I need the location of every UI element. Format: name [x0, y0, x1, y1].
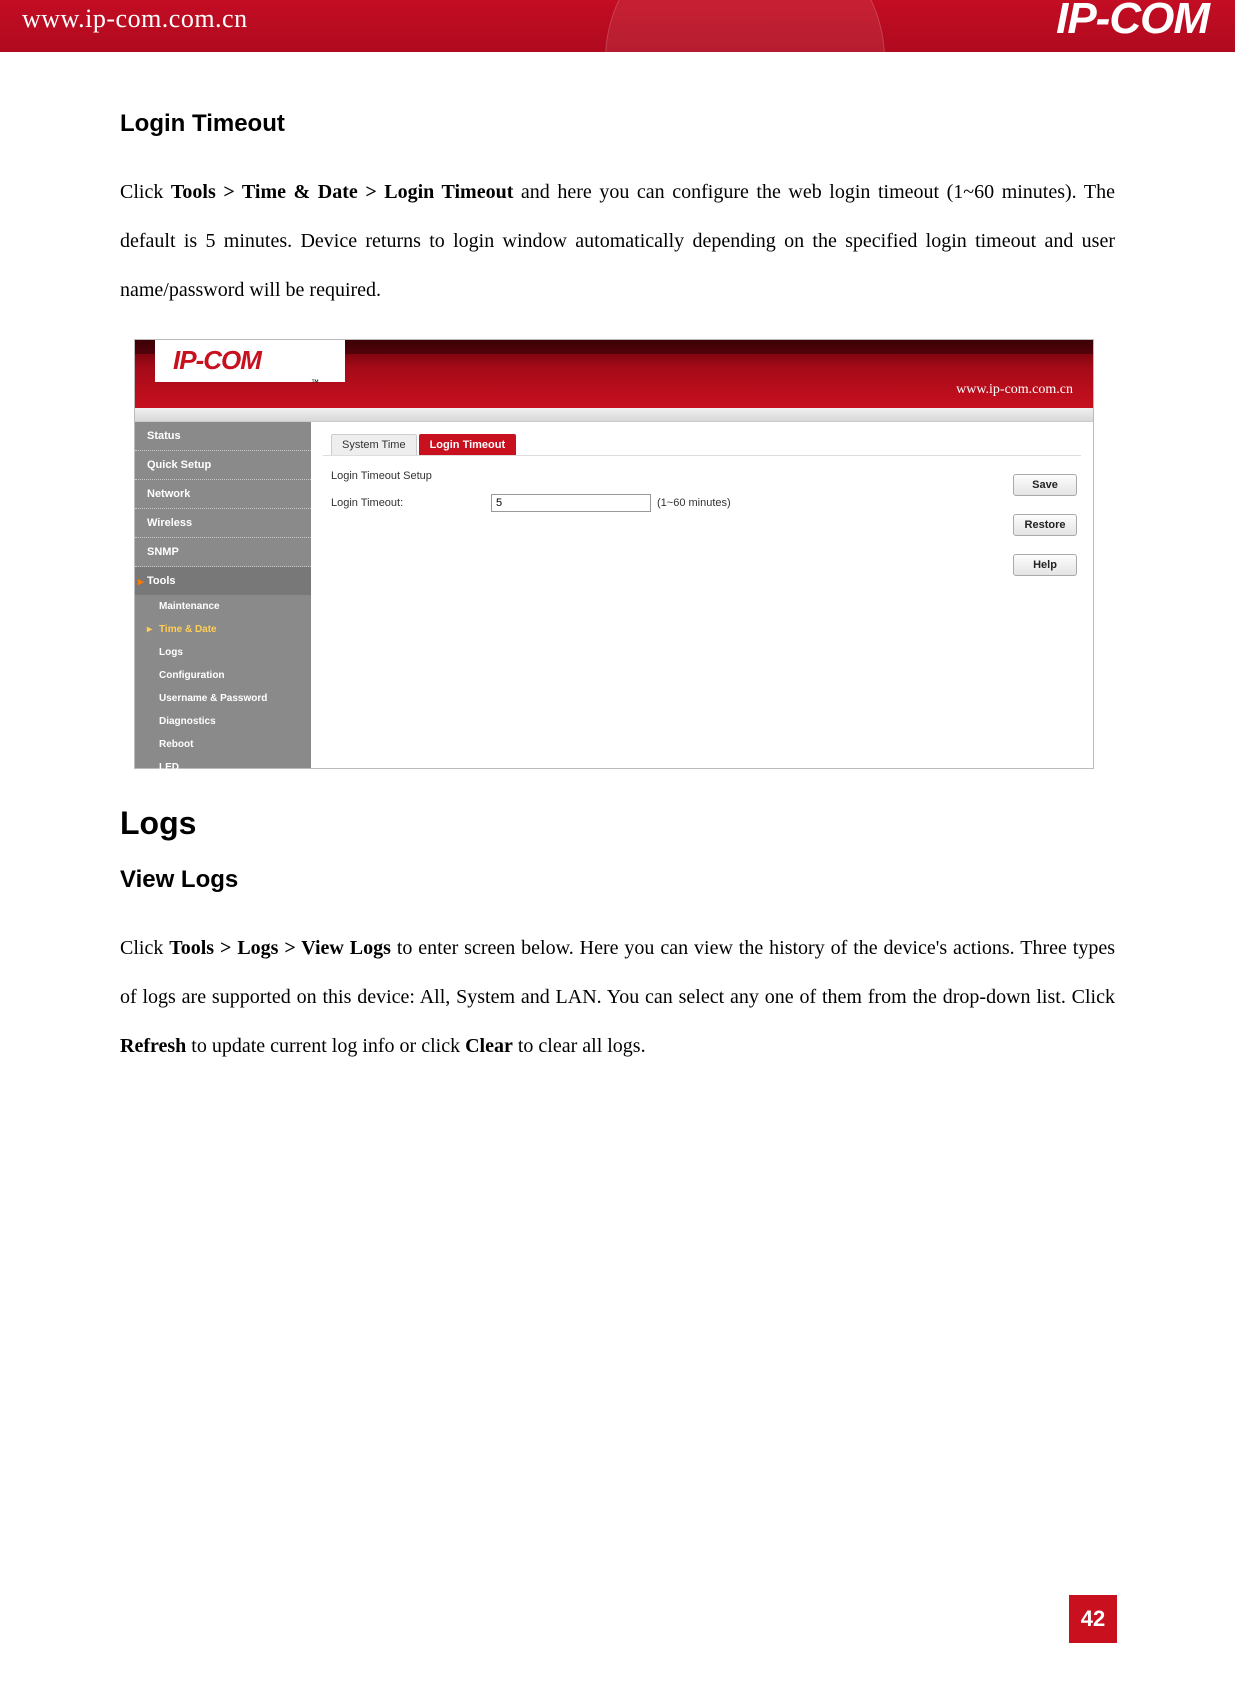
sidebar-sub-time-date[interactable]: Time & Date [135, 618, 311, 641]
shot-header: IP-COM ™ www.ip-com.com.cn [135, 340, 1093, 408]
login-timeout-screenshot: IP-COM ™ www.ip-com.com.cn Status Quick … [134, 339, 1094, 769]
page-content: Login Timeout Click Tools > Time & Date … [0, 52, 1235, 1071]
shot-tabbar: System Time Login Timeout [323, 430, 1081, 456]
p2-refresh-bold: Refresh [120, 1035, 186, 1057]
logs-heading: Logs [120, 805, 1115, 842]
shot-body: Status Quick Setup Network Wireless SNMP… [135, 422, 1093, 768]
sidebar-sub-configuration[interactable]: Configuration [135, 664, 311, 687]
sidebar-item-status[interactable]: Status [135, 422, 311, 451]
sidebar-item-quick-setup[interactable]: Quick Setup [135, 451, 311, 480]
shot-main-panel: System Time Login Timeout Login Timeout … [311, 422, 1093, 768]
tab-login-timeout[interactable]: Login Timeout [419, 434, 517, 455]
shot-subheader-strip [135, 408, 1093, 422]
banner-url: www.ip-com.com.cn [22, 4, 248, 34]
help-button[interactable]: Help [1013, 554, 1077, 576]
restore-button[interactable]: Restore [1013, 514, 1077, 536]
login-timeout-paragraph: Click Tools > Time & Date > Login Timeou… [120, 168, 1115, 315]
sidebar-item-snmp[interactable]: SNMP [135, 538, 311, 567]
form-section-title: Login Timeout Setup [323, 470, 1081, 482]
login-timeout-label: Login Timeout: [331, 497, 491, 509]
login-timeout-input[interactable] [491, 494, 651, 512]
shot-header-url: www.ip-com.com.cn [956, 382, 1073, 398]
tab-system-time[interactable]: System Time [331, 434, 417, 455]
sidebar-sub-maintenance[interactable]: Maintenance [135, 595, 311, 618]
p2-prefix: Click [120, 937, 169, 959]
sidebar-sub-diagnostics[interactable]: Diagnostics [135, 710, 311, 733]
shot-logo-text: IP-COM [173, 345, 261, 375]
shot-button-column: Save Restore Help [1013, 474, 1079, 576]
page-number-badge: 42 [1069, 1595, 1117, 1643]
view-logs-subheading: View Logs [120, 866, 1115, 894]
shot-sidebar: Status Quick Setup Network Wireless SNMP… [135, 422, 311, 768]
login-timeout-hint: (1~60 minutes) [657, 497, 731, 509]
view-logs-paragraph: Click Tools > Logs > View Logs to enter … [120, 924, 1115, 1071]
p1-path-bold: Tools > Time & Date > Login Timeout [171, 181, 513, 203]
save-button[interactable]: Save [1013, 474, 1077, 496]
p2-clear-bold: Clear [465, 1035, 513, 1057]
login-timeout-row: Login Timeout: (1~60 minutes) [323, 494, 1081, 512]
sidebar-item-wireless[interactable]: Wireless [135, 509, 311, 538]
p1-prefix: Click [120, 181, 171, 203]
p2-path-bold: Tools > Logs > View Logs [169, 937, 391, 959]
sidebar-sub-username-password[interactable]: Username & Password [135, 687, 311, 710]
page-header-banner: www.ip-com.com.cn IP-COM [0, 0, 1235, 52]
p2-mid2: to update current log info or click [186, 1035, 465, 1057]
shot-logo-tm: ™ [311, 363, 318, 403]
p2-end: to clear all logs. [513, 1035, 646, 1057]
sidebar-sub-led[interactable]: LED [135, 756, 311, 779]
sidebar-sub-logs[interactable]: Logs [135, 641, 311, 664]
shot-logo: IP-COM ™ [155, 340, 345, 382]
sidebar-item-tools[interactable]: Tools [135, 567, 311, 595]
banner-decor [605, 0, 885, 52]
sidebar-item-network[interactable]: Network [135, 480, 311, 509]
banner-brand-logo: IP-COM [1056, 0, 1209, 44]
sidebar-sub-reboot[interactable]: Reboot [135, 733, 311, 756]
login-timeout-heading: Login Timeout [120, 110, 1115, 138]
